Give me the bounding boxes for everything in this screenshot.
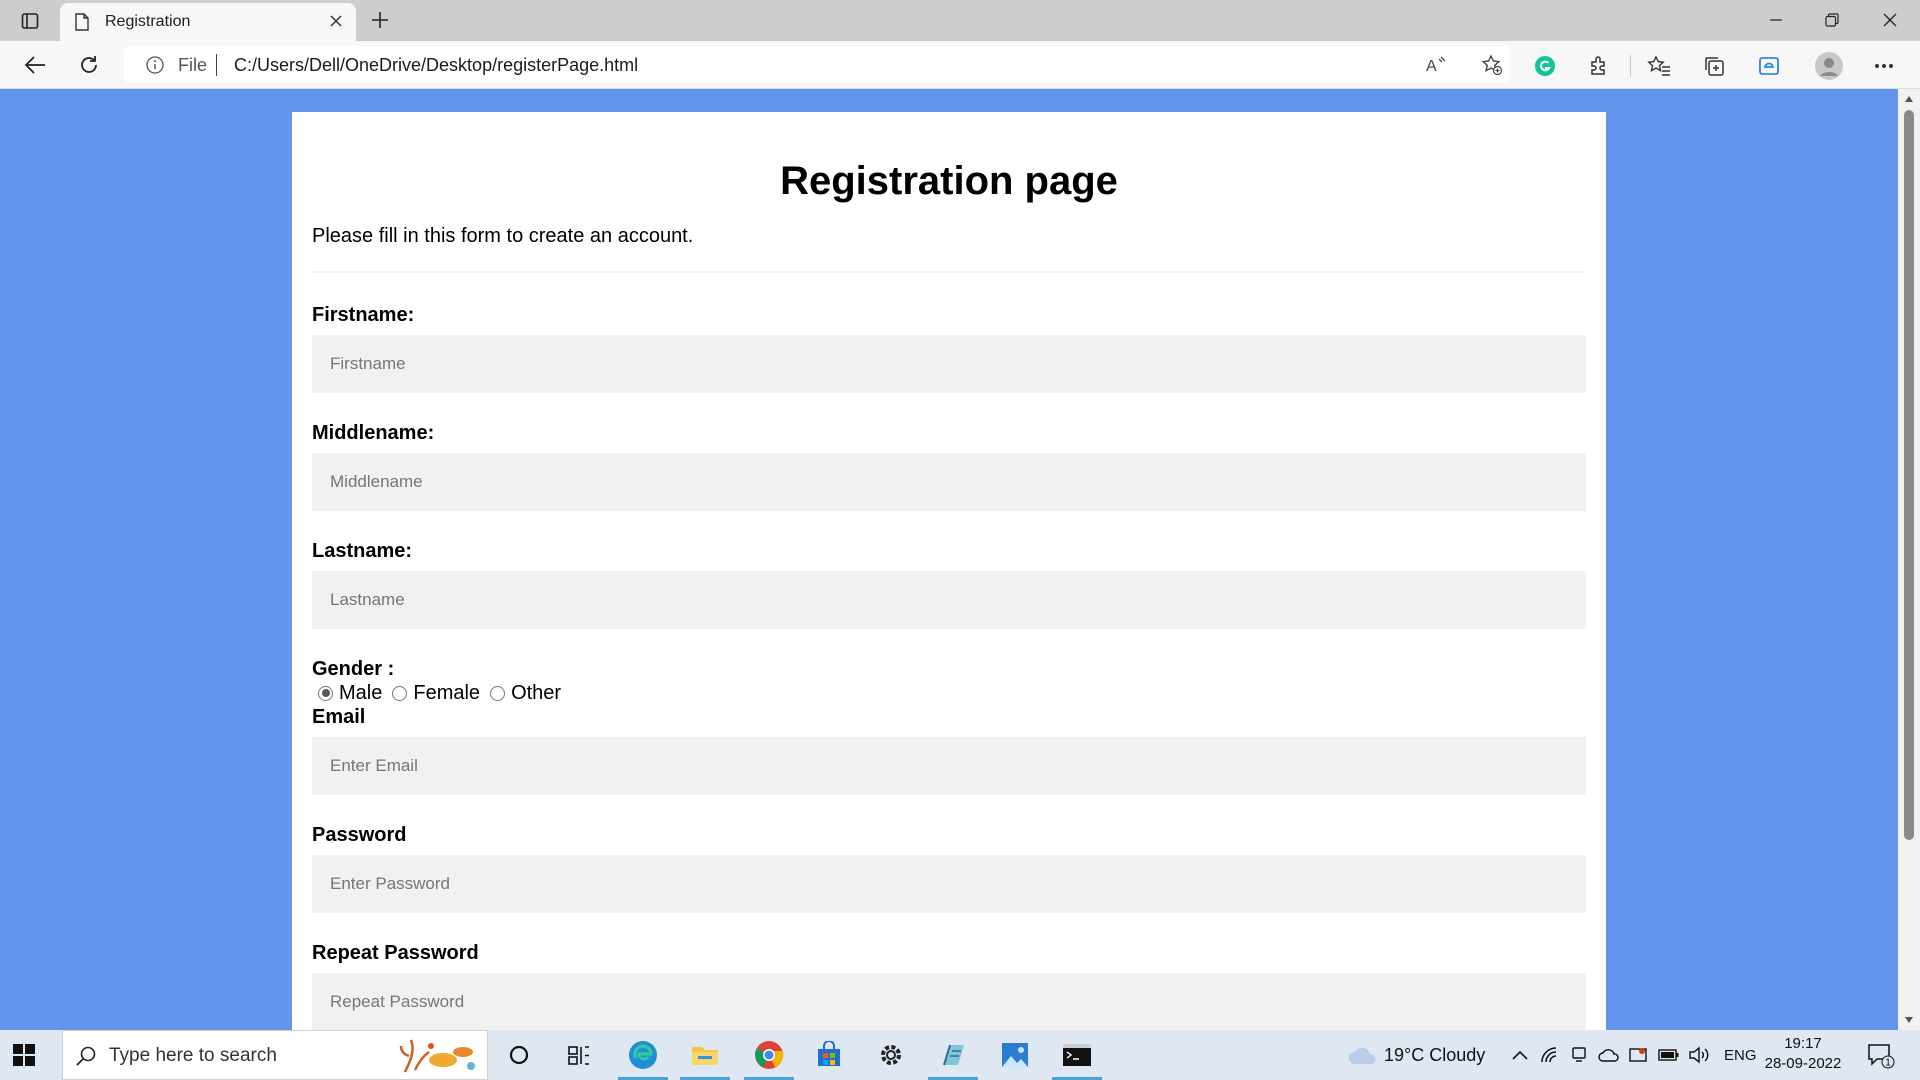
email-label: Email [312,706,366,728]
edge-bar-icon[interactable] [1757,54,1781,78]
gender-male-label[interactable]: Male [339,681,382,705]
taskbar-search-box[interactable]: Type here to search [62,1030,488,1080]
address-divider [216,54,217,76]
grammarly-icon[interactable] [1533,54,1557,78]
back-button[interactable] [18,49,52,81]
notification-count: 1 [1885,1058,1891,1069]
search-placeholder: Type here to search [109,1045,277,1066]
lastname-label: Lastname: [312,540,413,562]
password-label: Password [312,824,407,846]
clock-date: 28-09-2022 [1764,1055,1842,1072]
page-viewport: Registration page Please fill in this fo… [0,89,1898,1030]
restore-icon [1825,13,1839,27]
divider [312,271,1586,273]
plus-icon [372,12,388,28]
minimize-button[interactable] [1748,0,1804,40]
clock[interactable]: 19:17 28-09-2022 [1756,1034,1850,1074]
cloudy-icon [1349,1047,1376,1064]
gender-male-radio[interactable] [318,685,333,701]
device-icon[interactable] [1570,1030,1588,1080]
vertical-scrollbar[interactable] [1898,89,1920,1030]
navigation-bar: File C:/Users/Dell/OneDrive/Desktop/regi… [0,41,1920,89]
close-icon[interactable] [326,11,346,31]
search-icon [75,1045,97,1072]
tab-actions-icon [21,13,39,29]
address-bar[interactable]: File C:/Users/Dell/OneDrive/Desktop/regi… [124,46,1510,83]
edge-icon[interactable] [614,1030,672,1080]
repeat-password-label: Repeat Password [312,942,479,964]
weather-text: 19°C Cloudy [1384,1044,1486,1065]
scroll-up-icon[interactable] [1903,93,1915,105]
photos-icon[interactable] [986,1030,1044,1080]
close-window-button[interactable] [1862,0,1918,40]
gender-female-label[interactable]: Female [413,681,480,705]
minimize-icon [1770,19,1782,21]
refresh-icon [81,56,97,73]
back-icon [24,56,45,74]
registration-form: Registration page Please fill in this fo… [292,112,1606,1030]
intro-text: Please fill in this form to create an ac… [312,225,694,247]
taskbar: Type here to search 19°C Cloudy ENG 19:1… [0,1030,1920,1080]
toolbar-divider [1630,55,1631,77]
scroll-down-icon[interactable] [1903,1014,1915,1026]
password-input[interactable] [312,855,1586,913]
middlename-label: Middlename: [312,422,435,444]
read-aloud-icon[interactable]: A [1424,53,1448,77]
language-indicator[interactable]: ENG [1724,1030,1757,1080]
security-icon[interactable] [1628,1030,1648,1080]
tab-registration[interactable]: Registration [60,3,356,41]
chevron-up-icon[interactable] [1512,1030,1528,1080]
restore-button[interactable] [1804,0,1860,40]
gender-label: Gender : [312,658,395,680]
favorites-icon[interactable] [1647,54,1671,78]
info-icon[interactable] [146,56,164,79]
gender-other-radio[interactable] [490,685,506,701]
gender-female-radio[interactable] [392,685,408,701]
settings-icon[interactable] [862,1030,920,1080]
firstname-label: Firstname: [312,304,415,326]
clock-time: 19:17 [1784,1035,1822,1052]
close-window-icon [1883,13,1897,27]
store-icon[interactable] [800,1030,858,1080]
gender-other-label[interactable]: Other [511,681,561,705]
task-view-icon[interactable] [550,1030,608,1080]
firstname-input[interactable] [312,335,1586,393]
battery-icon[interactable] [1658,1030,1680,1080]
add-favorite-icon[interactable] [1480,53,1504,77]
search-highlight-illustration [397,1036,481,1080]
weather-widget[interactable]: 19°C Cloudy [1348,1030,1485,1080]
tab-actions-button[interactable] [10,6,50,36]
gender-options: Male Female Other [312,681,1586,705]
terminal-icon[interactable] [1048,1030,1106,1080]
email-input[interactable] [312,737,1586,795]
cortana-icon[interactable] [490,1030,548,1080]
refresh-button[interactable] [72,49,106,81]
page-title: Registration page [780,159,1118,203]
repeat-password-input[interactable] [312,973,1586,1030]
network-icon[interactable] [1540,1030,1560,1080]
more-icon[interactable] [1872,54,1896,78]
lastname-input[interactable] [312,571,1586,629]
extensions-icon[interactable] [1587,54,1611,78]
collections-icon[interactable] [1702,54,1726,78]
windows-start-icon[interactable] [12,1043,36,1072]
svg-text:A: A [1426,58,1437,75]
new-tab-button[interactable] [366,6,394,34]
tab-strip: Registration [0,0,1920,41]
middlename-input[interactable] [312,453,1586,511]
notepad-icon[interactable] [924,1030,982,1080]
scheme-label: File [178,55,208,75]
profile-avatar-icon[interactable] [1812,49,1846,83]
chrome-icon[interactable] [740,1030,798,1080]
tab-title: Registration [105,13,191,30]
document-icon [74,13,90,36]
scrollbar-thumb[interactable] [1904,110,1914,840]
file-explorer-icon[interactable] [676,1030,734,1080]
url-text[interactable]: C:/Users/Dell/OneDrive/Desktop/registerP… [234,55,638,76]
volume-icon[interactable] [1688,1030,1710,1080]
notifications-icon[interactable]: 1 [1866,1030,1896,1080]
onedrive-icon[interactable] [1598,1030,1620,1080]
